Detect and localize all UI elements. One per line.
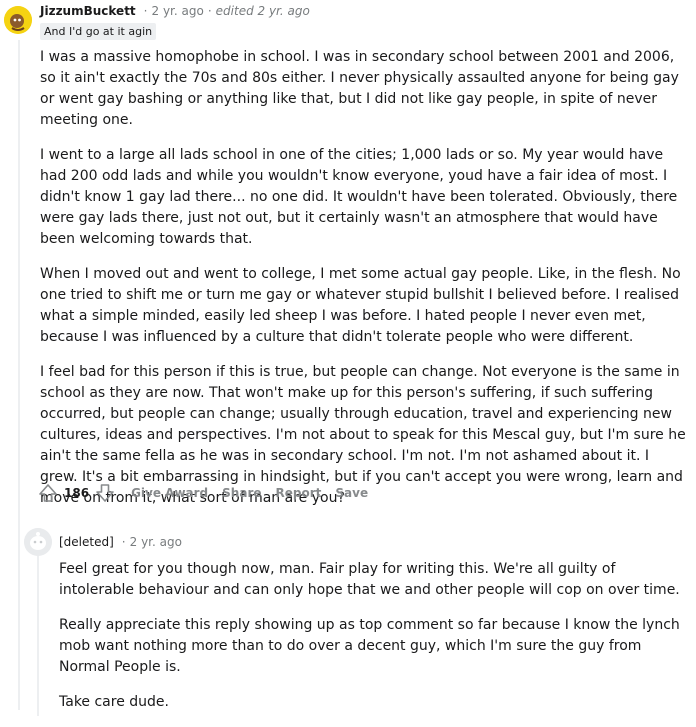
share-button[interactable]: Share (222, 486, 261, 500)
snoo-avatar-icon[interactable] (4, 6, 32, 34)
give-award-button[interactable]: Give Award (131, 486, 208, 500)
comment-actions: 186 Give Award Share Report Save (36, 481, 368, 505)
author-link[interactable]: JizzumBuckett (40, 4, 136, 18)
comment-paragraph: I went to a large all lads school in one… (40, 147, 678, 247)
separator-dot: · (207, 4, 212, 18)
user-flair: And I'd go at it agin (40, 23, 157, 40)
comment-paragraph: I was a massive homophobe in school. I w… (40, 49, 679, 128)
comment-meta: JizzumBuckett · 2 yr. ago · edited 2 yr.… (40, 4, 310, 18)
reply-author: [deleted] (59, 535, 114, 549)
downvote-arrow-icon[interactable] (93, 481, 117, 505)
reply-paragraph: Feel great for you though now, man. Fair… (59, 561, 680, 598)
separator-dot: · (143, 4, 148, 18)
reply-age[interactable]: 2 yr. ago (130, 535, 182, 549)
report-button[interactable]: Report (276, 486, 322, 500)
upvote-arrow-icon[interactable] (36, 481, 60, 505)
deleted-avatar-icon (24, 528, 52, 556)
comment-paragraph: When I moved out and went to college, I … (40, 266, 681, 345)
edited-label: edited 2 yr. ago (215, 4, 310, 18)
reply-meta: [deleted] · 2 yr. ago (59, 535, 182, 549)
reply-thread-line[interactable] (37, 556, 39, 716)
comment-age[interactable]: 2 yr. ago (152, 4, 204, 18)
reply-paragraph: Take care dude. (59, 694, 169, 710)
reply-body: Feel great for you though now, man. Fair… (59, 559, 687, 727)
thread-line[interactable] (18, 40, 20, 710)
vote-score: 186 (64, 486, 90, 500)
save-button[interactable]: Save (335, 486, 368, 500)
separator-dot: · (121, 535, 126, 549)
reply-paragraph: Really appreciate this reply showing up … (59, 617, 680, 675)
comment-body: I was a massive homophobe in school. I w… (40, 47, 686, 523)
